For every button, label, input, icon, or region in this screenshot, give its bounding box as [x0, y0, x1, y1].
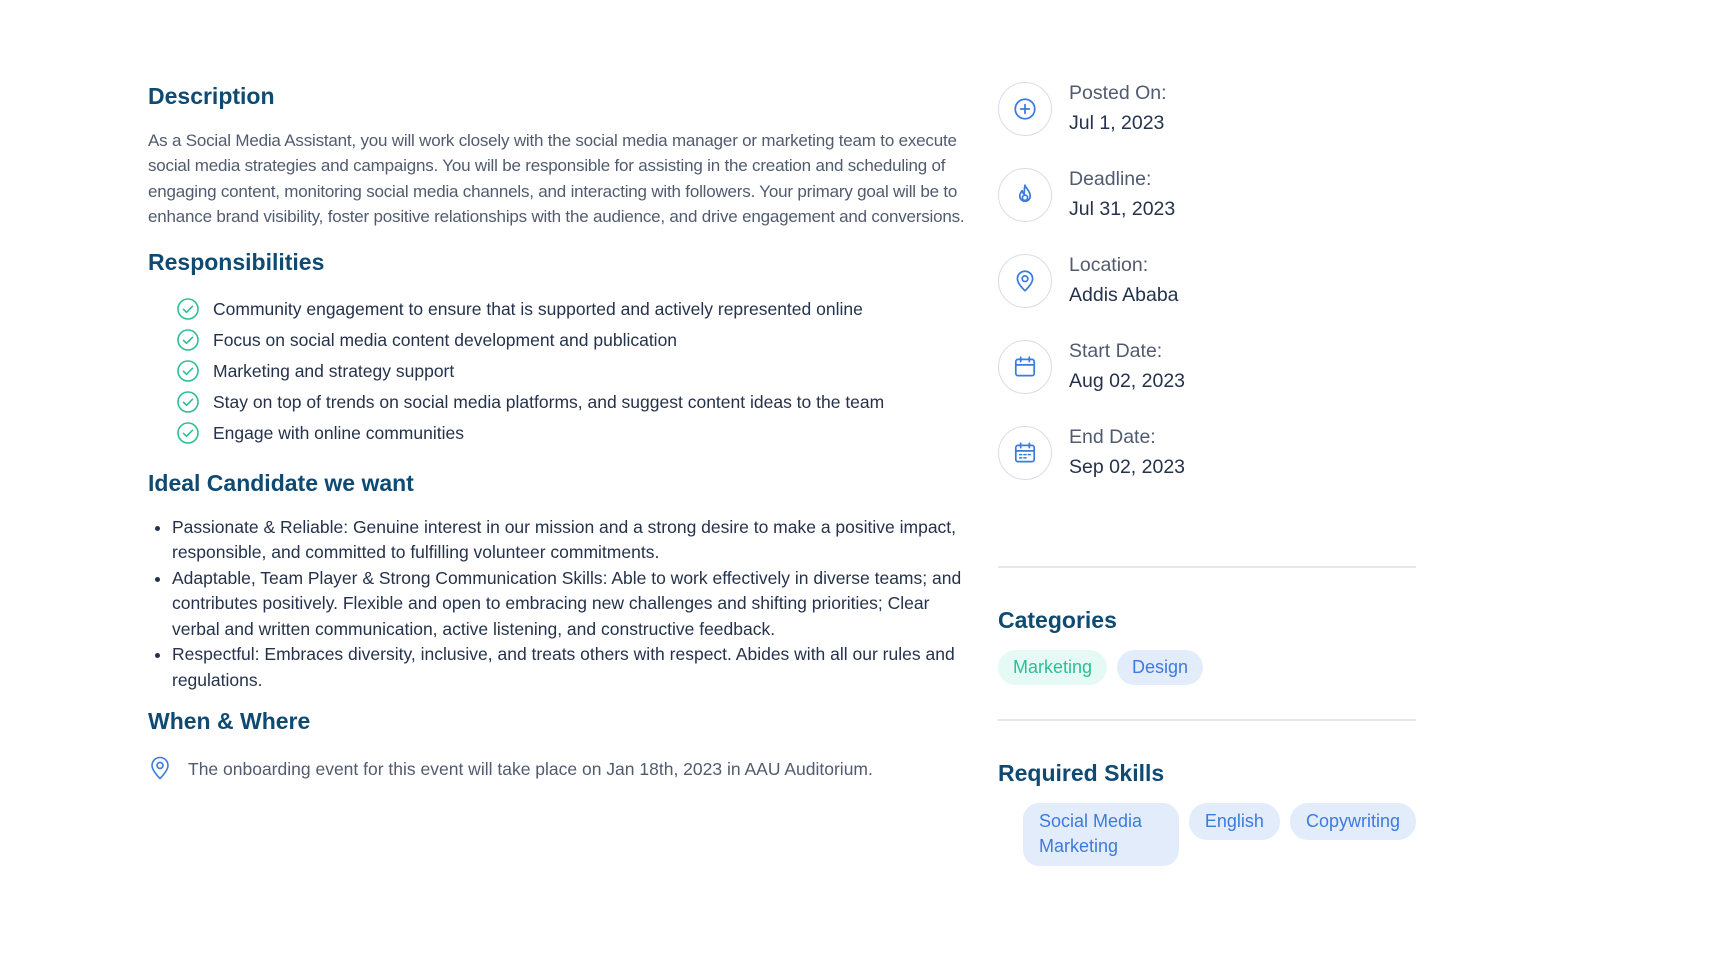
categories-tags: Marketing Design	[998, 649, 1416, 685]
info-value: Sep 02, 2023	[1069, 456, 1186, 478]
when-where-title: When & Where	[148, 708, 311, 735]
when-where-text: The onboarding event for this event will…	[188, 758, 873, 779]
responsibility-text: Engage with online communities	[213, 422, 464, 443]
job-details-main: Description As a Social Media Assistant,…	[148, 82, 978, 783]
info-value: Jul 1, 2023	[1069, 112, 1165, 134]
category-tag-design[interactable]: Design	[1117, 649, 1204, 685]
info-label: Posted On:	[1069, 82, 1167, 104]
required-skills-tags: Social Media Marketing English Copywriti…	[998, 802, 1416, 866]
fire-icon	[998, 168, 1052, 222]
required-skills-title: Required Skills	[998, 759, 1165, 786]
divider	[998, 718, 1416, 721]
ideal-candidate-list: Passionate & Reliable: Genuine interest …	[148, 515, 978, 694]
info-value: Addis Ababa	[1069, 284, 1179, 306]
check-circle-icon	[176, 390, 200, 414]
check-circle-icon	[176, 297, 200, 321]
job-details-sidebar: Posted On: Jul 1, 2023 Deadline: Jul 31,…	[998, 82, 1416, 866]
info-text: Deadline: Jul 31, 2023	[1069, 168, 1175, 224]
info-end-date: End Date: Sep 02, 2023	[998, 426, 1416, 512]
list-item: Community engagement to ensure that is s…	[176, 294, 978, 325]
when-where-row: The onboarding event for this event will…	[148, 755, 978, 783]
list-item: Passionate & Reliable: Genuine interest …	[172, 515, 978, 566]
list-item: Engage with online communities	[176, 418, 978, 449]
list-item: Respectful: Embraces diversity, inclusiv…	[172, 642, 978, 693]
ideal-candidate-title: Ideal Candidate we want	[148, 469, 414, 496]
responsibility-text: Community engagement to ensure that is s…	[213, 298, 863, 319]
description-title: Description	[148, 83, 275, 109]
when-where-section: When & Where The onboarding event for th…	[148, 707, 978, 783]
info-location: Location: Addis Ababa	[998, 254, 1416, 340]
check-circle-icon	[176, 328, 200, 352]
list-item: Marketing and strategy support	[176, 356, 978, 387]
info-label: Deadline:	[1069, 168, 1152, 190]
location-pin-icon	[998, 254, 1052, 308]
responsibility-text: Focus on social media content developmen…	[213, 329, 678, 350]
category-tag-marketing[interactable]: Marketing	[998, 649, 1108, 685]
divider	[998, 566, 1416, 568]
info-posted-on: Posted On: Jul 1, 2023	[998, 82, 1416, 168]
skill-tag-social-media-marketing[interactable]: Social Media Marketing	[1023, 802, 1179, 866]
info-deadline: Deadline: Jul 31, 2023	[998, 168, 1416, 254]
info-start-date: Start Date: Aug 02, 2023	[998, 340, 1416, 426]
ideal-candidate-section: Ideal Candidate we want Passionate & Rel…	[148, 469, 978, 693]
skill-tag-copywriting[interactable]: Copywriting	[1289, 802, 1416, 841]
calendar-check-icon	[998, 426, 1052, 480]
plus-circle-icon	[998, 82, 1052, 136]
list-item: Stay on top of trends on social media pl…	[176, 387, 978, 418]
info-text: Location: Addis Ababa	[1069, 254, 1179, 310]
description-section: Description As a Social Media Assistant,…	[148, 82, 978, 230]
info-value: Jul 31, 2023	[1069, 198, 1176, 220]
responsibilities-section: Responsibilities Community engagement to…	[148, 248, 978, 449]
description-text: As a Social Media Assistant, you will wo…	[148, 130, 965, 227]
skill-tag-english[interactable]: English	[1188, 802, 1280, 841]
check-circle-icon	[176, 359, 200, 383]
info-text: Posted On: Jul 1, 2023	[1069, 82, 1167, 138]
check-circle-icon	[176, 421, 200, 445]
calendar-icon	[998, 340, 1052, 394]
responsibility-text: Marketing and strategy support	[213, 360, 455, 381]
list-item: Focus on social media content developmen…	[176, 325, 978, 356]
info-label: Start Date:	[1069, 340, 1163, 362]
responsibility-text: Stay on top of trends on social media pl…	[213, 391, 885, 412]
info-text: Start Date: Aug 02, 2023	[1069, 340, 1185, 396]
categories-title: Categories	[998, 607, 1117, 633]
responsibilities-title: Responsibilities	[148, 248, 325, 275]
location-pin-icon	[148, 755, 174, 783]
info-value: Aug 02, 2023	[1069, 370, 1186, 392]
info-label: End Date:	[1069, 426, 1156, 448]
responsibilities-list: Community engagement to ensure that is s…	[148, 294, 978, 449]
list-item: Adaptable, Team Player & Strong Communic…	[172, 566, 978, 643]
info-text: End Date: Sep 02, 2023	[1069, 426, 1185, 482]
info-label: Location:	[1069, 254, 1149, 276]
